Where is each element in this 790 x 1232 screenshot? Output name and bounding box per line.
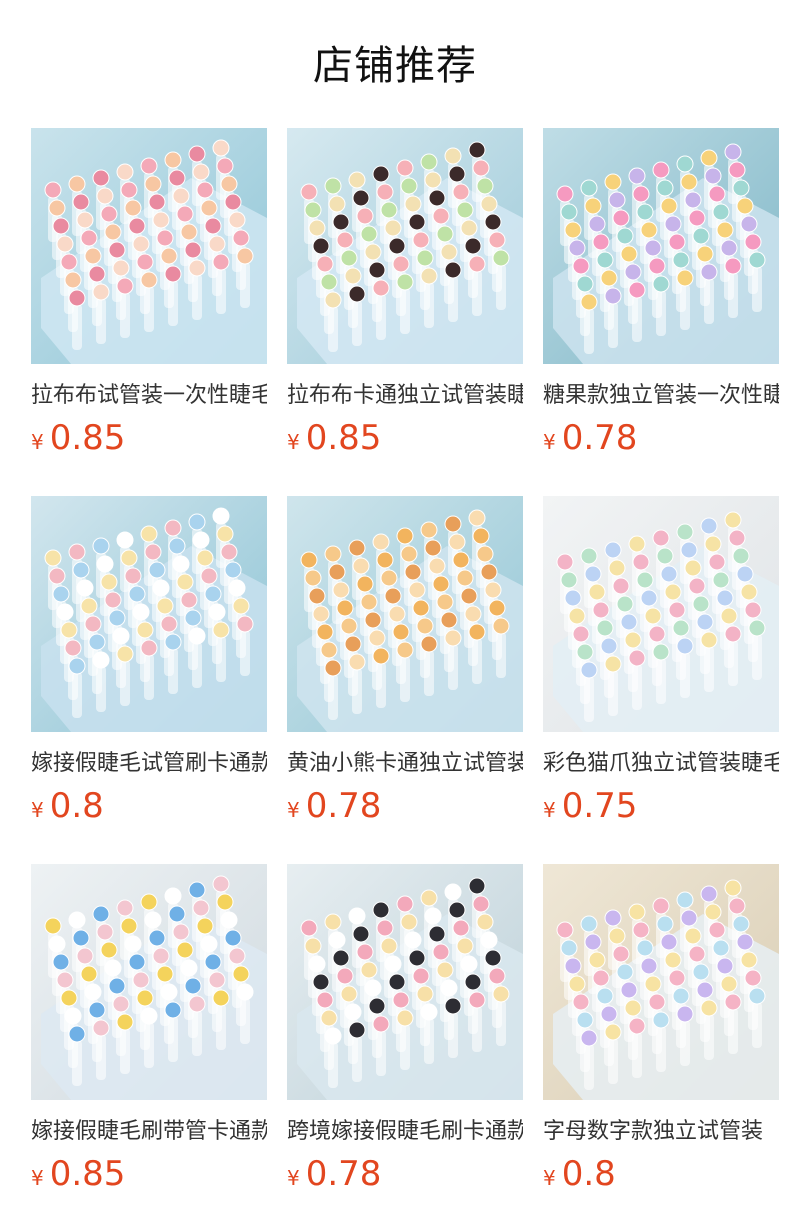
section-title: 店铺推荐 — [313, 43, 477, 89]
shop-recommend-page: 店铺推荐 拉布布试管装一次性睫毛刷 ¥0.85 拉布布卡通独立试管装睫毛刷 ¥0.85… — [0, 0, 790, 1232]
product-card[interactable]: 字母数字款独立试管装 ¥0.8 — [543, 864, 779, 1194]
product-price: ¥0.85 — [287, 418, 523, 458]
product-price: ¥0.8 — [543, 1154, 779, 1194]
product-photo — [31, 128, 267, 364]
currency-symbol: ¥ — [31, 798, 44, 822]
product-name[interactable]: 嫁接假睫毛试管刷卡通款 — [31, 748, 267, 780]
product-card[interactable]: 黄油小熊卡通独立试管装 ¥0.78 — [287, 496, 523, 826]
product-card[interactable]: 彩色猫爪独立试管装睫毛刷 ¥0.75 — [543, 496, 779, 826]
price-value: 0.78 — [305, 1154, 382, 1194]
product-name[interactable]: 字母数字款独立试管装 — [543, 1116, 779, 1148]
product-photo — [287, 496, 523, 732]
currency-symbol: ¥ — [287, 1166, 300, 1190]
product-price: ¥0.85 — [31, 418, 267, 458]
product-image[interactable] — [543, 496, 779, 732]
product-name[interactable]: 黄油小熊卡通独立试管装 — [287, 748, 523, 780]
product-price: ¥0.8 — [31, 786, 267, 826]
product-card[interactable]: 跨境嫁接假睫毛刷卡通款 ¥0.78 — [287, 864, 523, 1194]
product-price: ¥0.78 — [543, 418, 779, 458]
product-name[interactable]: 糖果款独立管装一次性睫毛刷 — [543, 380, 779, 412]
product-image[interactable] — [287, 864, 523, 1100]
price-value: 0.85 — [49, 418, 126, 458]
product-name[interactable]: 嫁接假睫毛刷带管卡通款 — [31, 1116, 267, 1148]
price-value: 0.75 — [561, 786, 638, 826]
product-card[interactable]: 嫁接假睫毛刷带管卡通款 ¥0.85 — [31, 864, 267, 1194]
product-image[interactable] — [543, 864, 779, 1100]
product-price: ¥0.78 — [287, 1154, 523, 1194]
price-value: 0.85 — [49, 1154, 126, 1194]
product-price: ¥0.85 — [31, 1154, 267, 1194]
currency-symbol: ¥ — [543, 430, 556, 454]
product-photo — [543, 128, 779, 364]
price-value: 0.78 — [561, 418, 638, 458]
product-price: ¥0.75 — [543, 786, 779, 826]
product-name[interactable]: 拉布布试管装一次性睫毛刷 — [31, 380, 267, 412]
product-image[interactable] — [543, 128, 779, 364]
currency-symbol: ¥ — [543, 1166, 556, 1190]
product-price: ¥0.78 — [287, 786, 523, 826]
product-name[interactable]: 跨境嫁接假睫毛刷卡通款 — [287, 1116, 523, 1148]
product-photo — [543, 864, 779, 1100]
product-photo — [543, 496, 779, 732]
product-photo — [287, 128, 523, 364]
currency-symbol: ¥ — [287, 798, 300, 822]
product-photo — [287, 864, 523, 1100]
product-image[interactable] — [287, 128, 523, 364]
product-photo — [31, 496, 267, 732]
currency-symbol: ¥ — [31, 1166, 44, 1190]
price-value: 0.78 — [305, 786, 382, 826]
product-card[interactable]: 拉布布卡通独立试管装睫毛刷 ¥0.85 — [287, 128, 523, 458]
product-name[interactable]: 拉布布卡通独立试管装睫毛刷 — [287, 380, 523, 412]
product-image[interactable] — [31, 496, 267, 732]
product-card[interactable]: 嫁接假睫毛试管刷卡通款 ¥0.8 — [31, 496, 267, 826]
product-image[interactable] — [31, 864, 267, 1100]
product-name[interactable]: 彩色猫爪独立试管装睫毛刷 — [543, 748, 779, 780]
price-value: 0.85 — [305, 418, 382, 458]
product-image[interactable] — [31, 128, 267, 364]
currency-symbol: ¥ — [287, 430, 300, 454]
product-photo — [31, 864, 267, 1100]
product-image[interactable] — [287, 496, 523, 732]
price-value: 0.8 — [49, 786, 104, 826]
price-value: 0.8 — [561, 1154, 616, 1194]
currency-symbol: ¥ — [543, 798, 556, 822]
product-grid: 拉布布试管装一次性睫毛刷 ¥0.85 拉布布卡通独立试管装睫毛刷 ¥0.85 糖果款独立… — [31, 128, 779, 1194]
currency-symbol: ¥ — [31, 430, 44, 454]
product-card[interactable]: 拉布布试管装一次性睫毛刷 ¥0.85 — [31, 128, 267, 458]
product-card[interactable]: 糖果款独立管装一次性睫毛刷 ¥0.78 — [543, 128, 779, 458]
